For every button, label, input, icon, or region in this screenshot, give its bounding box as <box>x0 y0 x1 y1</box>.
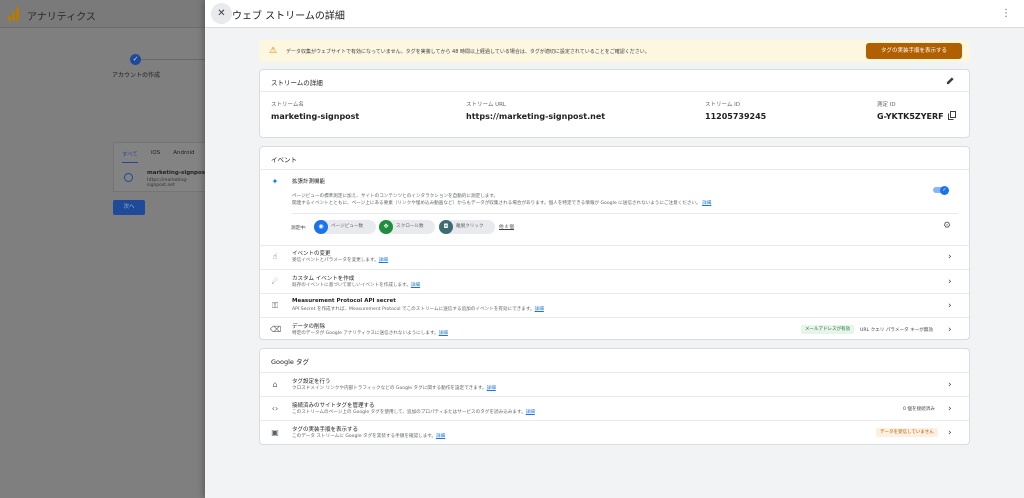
no-data-badge: データを受信していません <box>876 428 938 437</box>
measurement-protocol-link[interactable]: 詳細 <box>535 307 544 312</box>
chevron-right-icon: › <box>948 428 952 438</box>
measurement-protocol-row[interactable]: ⚿ Measurement Protocol API secret API Se… <box>260 293 969 317</box>
drawer-title: ウェブ ストリームの詳細 <box>232 11 345 22</box>
manage-site-tags-link[interactable]: 詳細 <box>526 410 535 415</box>
web-stream-details-drawer: ✕ ウェブ ストリームの詳細 ⋮ ⚠ データ収集がウェブサイトで有効になっていま… <box>205 0 1024 498</box>
stream-name-label: ストリーム名 <box>271 102 304 108</box>
eraser-icon: ⌫ <box>270 325 282 334</box>
drawer-header: ✕ ウェブ ストリームの詳細 ⋮ <box>205 0 1024 28</box>
check-icon: ✓ <box>940 186 949 195</box>
manage-site-tags-row[interactable]: ‹› 接続済みのサイトタグを管理する このストリームのページ上の Google … <box>260 396 969 420</box>
tab-android[interactable]: Android <box>173 150 194 163</box>
scroll-icon: ✥ <box>379 220 393 234</box>
copy-icon[interactable] <box>948 111 956 120</box>
gear-icon[interactable]: ⚙ <box>943 221 953 231</box>
next-button[interactable]: 次へ <box>113 200 145 215</box>
stream-url-label: ストリーム URL <box>466 102 506 108</box>
sparkle-icon: ✦ <box>271 177 279 186</box>
tab-ios[interactable]: iOS <box>151 150 160 163</box>
warning-icon: ⚠ <box>269 46 278 56</box>
tab-all[interactable]: すべて <box>122 150 138 163</box>
scrolls-pill: ✥ スクロール数 <box>379 220 435 234</box>
platform-tabs: すべて iOS Android <box>122 150 195 163</box>
step-complete-icon: ✓ <box>130 54 141 65</box>
chevron-right-icon: › <box>948 325 952 335</box>
modify-events-link[interactable]: 詳細 <box>379 258 388 263</box>
view-tag-instructions-row[interactable]: ▣ タグの実装手順を表示する このデータ ストリームに Google タグを実装… <box>260 420 969 444</box>
page-views-pill: ◉ ページビュー数 <box>314 220 376 234</box>
view-tag-instructions-link[interactable]: 詳細 <box>436 434 445 439</box>
touch-icon: ☝ <box>272 252 278 261</box>
event-rows: ☝ イベントの変更 受信イベントとパラメータを変更します。詳細 › ☄ カスタム… <box>259 245 970 340</box>
enhanced-measurement-desc2: 関連するイベントとともに、ページ上にある要素（リンクや埋め込み動画など）からもデ… <box>292 201 701 206</box>
close-icon[interactable]: ✕ <box>211 3 232 24</box>
configure-tag-row[interactable]: ⌂ タグ設定を行う クロスドメイン リンクや内部トラフィックなどの Google… <box>260 372 969 396</box>
eye-icon: ◉ <box>314 220 328 234</box>
tag-icon: ⌂ <box>272 380 278 389</box>
enhanced-measurement-link[interactable]: 詳細 <box>702 201 711 206</box>
warning-text: データ収集がウェブサイトで有効になっていません。タグを実装してから 48 時間以… <box>286 49 650 55</box>
background-stream-url: https://marketing-signpost.net <box>147 178 188 188</box>
measurement-id-label: 測定 ID <box>877 102 896 108</box>
stream-id-label: ストリーム ID <box>705 102 740 108</box>
google-tag-title: Google タグ <box>271 358 309 366</box>
view-tag-instructions-button[interactable]: タグの実装手順を表示する <box>866 43 962 59</box>
stream-name-value: marketing-signpost <box>271 112 360 121</box>
chevron-right-icon: › <box>948 404 952 414</box>
warning-banner: ⚠ データ収集がウェブサイトで有効になっていません。タグを実装してから 48 時… <box>259 40 970 62</box>
background-header: アナリティクス <box>0 0 210 28</box>
globe-icon <box>124 173 133 182</box>
stream-details-title: ストリームの詳細 <box>271 79 323 87</box>
data-redaction-link[interactable]: 詳細 <box>439 331 448 336</box>
measuring-label: 測定中: <box>291 226 307 231</box>
step-label: アカウントの作成 <box>112 72 161 79</box>
analytics-logo-icon <box>8 7 20 21</box>
instructions-icon: ▣ <box>271 428 279 437</box>
edit-icon[interactable] <box>946 76 955 85</box>
url-param-note: URL クエリ パラメータ キーが無効 <box>860 328 934 333</box>
code-icon: ‹› <box>271 404 279 413</box>
outbound-clicks-pill: ◘ 離脱クリック <box>439 220 495 234</box>
events-title: イベント <box>271 156 297 164</box>
email-redaction-badge: メールアドレスが有効 <box>801 325 854 334</box>
chevron-right-icon: › <box>948 252 952 262</box>
chevron-right-icon: › <box>948 380 952 390</box>
chevron-right-icon: › <box>948 301 952 311</box>
mouse-icon: ◘ <box>439 220 453 234</box>
measurement-id-value: G-YKTK5ZYERF <box>877 112 944 121</box>
more-vert-icon[interactable]: ⋮ <box>1001 7 1011 21</box>
background-stream-card: すべて iOS Android marketing-signpost https… <box>113 142 210 192</box>
stream-url-value: https://marketing-signpost.net <box>466 112 606 121</box>
stream-details-card: ストリームの詳細 ストリーム名 marketing-signpost ストリーム… <box>259 69 970 138</box>
google-tag-card: Google タグ ⌂ タグ設定を行う クロスドメイン リンクや内部トラフィック… <box>259 348 970 445</box>
app-title: アナリティクス <box>27 12 96 23</box>
configure-tag-link[interactable]: 詳細 <box>487 386 496 391</box>
enhanced-measurement-toggle[interactable]: ✓ <box>933 186 949 195</box>
create-event-row[interactable]: ☄ カスタム イベントを作成 既存のイベントに基づいて新しいイベントを作成します… <box>260 269 969 293</box>
key-icon: ⚿ <box>271 301 279 310</box>
more-events-link[interactable]: 他 4 個 <box>499 224 514 230</box>
create-event-icon: ☄ <box>271 277 279 286</box>
data-redaction-row[interactable]: ⌫ データの削除 特定のデータが Google アナリティクスに送信されないよう… <box>260 317 969 340</box>
connected-count: 0 個を接続済み <box>903 407 935 412</box>
create-event-link[interactable]: 詳細 <box>411 283 420 288</box>
background-stream-name[interactable]: marketing-signpost <box>147 170 208 176</box>
chevron-right-icon: › <box>948 277 952 287</box>
step-connector <box>141 59 205 60</box>
enhanced-measurement-title: 拡張計測機能 <box>292 179 326 185</box>
stream-id-value: 11205739245 <box>705 112 767 121</box>
modify-events-row[interactable]: ☝ イベントの変更 受信イベントとパラメータを変更します。詳細 › <box>260 245 969 269</box>
enhanced-measurement-desc: ページビューの標準測定に加え、サイトのコンテンツとのインタラクションを自動的に測… <box>292 194 499 199</box>
